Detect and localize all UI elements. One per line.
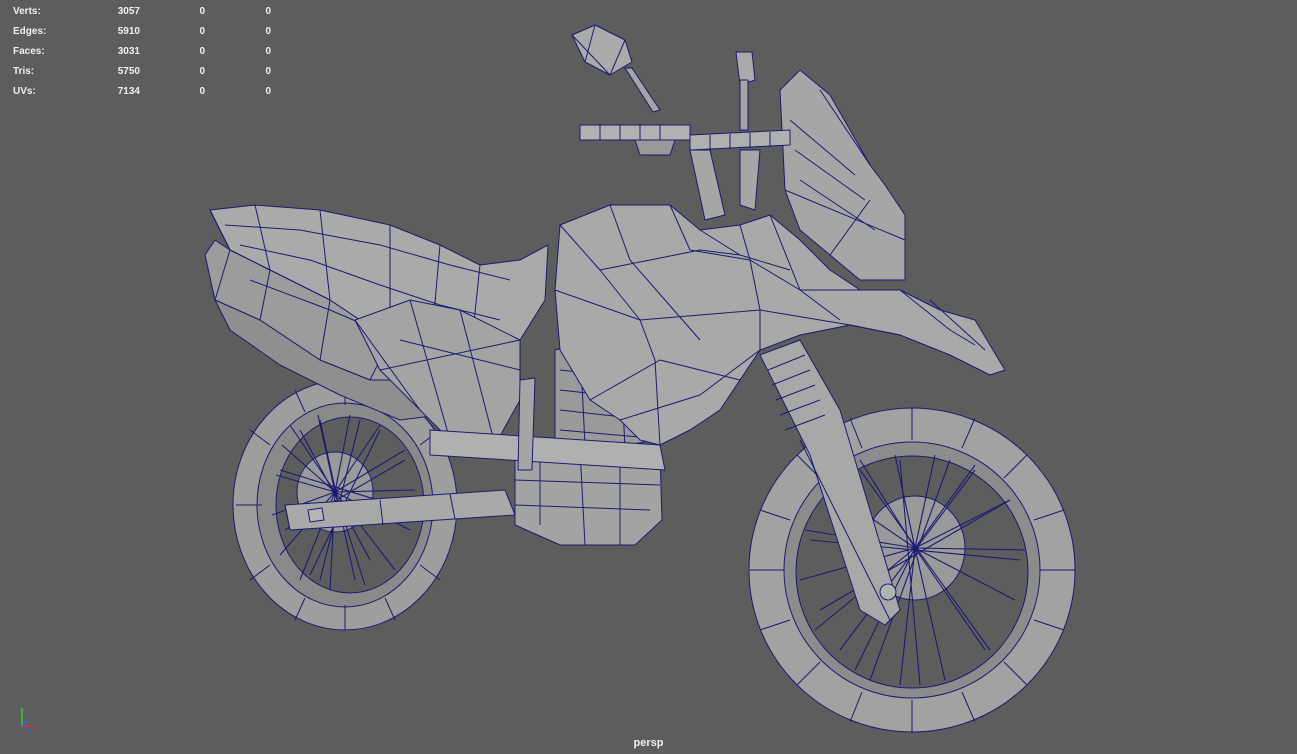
- mirrors: [571, 24, 756, 131]
- maya-viewport[interactable]: Verts: 3057 0 0 Edges: 5910 0 0 Faces: 3…: [0, 0, 1297, 754]
- axis-gizmo: x z: [21, 708, 37, 734]
- camera-label: persp: [633, 737, 664, 749]
- motorcycle-wireframe-model[interactable]: [0, 0, 1297, 754]
- front-wheel: [748, 407, 1076, 733]
- axis-z-label: z: [28, 727, 32, 734]
- axis-x-label: x: [33, 724, 37, 731]
